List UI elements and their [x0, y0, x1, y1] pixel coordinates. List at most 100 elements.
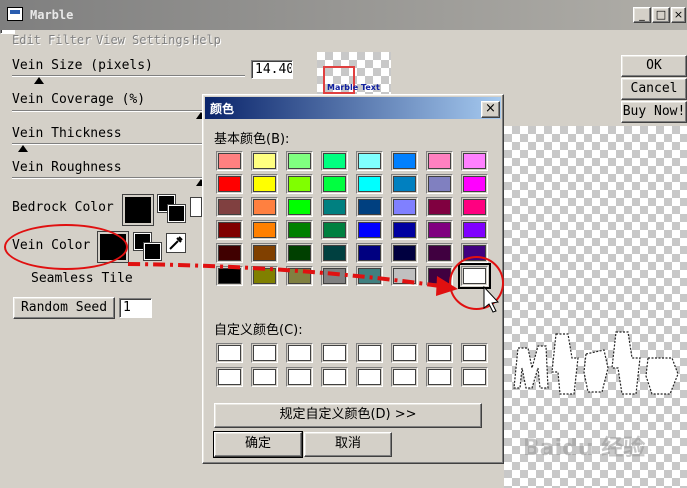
- custom-color-cell[interactable]: [461, 343, 488, 363]
- basic-color-cell[interactable]: [391, 151, 418, 171]
- basic-color-cell[interactable]: [356, 174, 383, 194]
- custom-color-cell[interactable]: [216, 367, 243, 387]
- bedrock-eyedropper-icon[interactable]: [190, 197, 202, 217]
- basic-color-cell[interactable]: [216, 220, 243, 240]
- basic-color-cell[interactable]: [286, 266, 313, 286]
- basic-color-cell[interactable]: [426, 197, 453, 217]
- bedrock-color-swap[interactable]: [157, 194, 186, 223]
- preview-thumbnail[interactable]: Marble Text: [317, 52, 391, 96]
- basic-color-cell[interactable]: [391, 266, 418, 286]
- custom-color-cell[interactable]: [321, 367, 348, 387]
- basic-color-cell[interactable]: [356, 151, 383, 171]
- custom-color-cell[interactable]: [461, 367, 488, 387]
- basic-color-cell[interactable]: [286, 220, 313, 240]
- basic-color-cell[interactable]: [391, 220, 418, 240]
- custom-color-cell[interactable]: [216, 343, 243, 363]
- basic-color-swatch: [323, 222, 346, 238]
- cancel-button[interactable]: Cancel: [621, 78, 687, 100]
- basic-color-cell[interactable]: [251, 220, 278, 240]
- basic-color-cell[interactable]: [321, 220, 348, 240]
- basic-color-cell[interactable]: [321, 151, 348, 171]
- basic-color-cell[interactable]: [321, 197, 348, 217]
- basic-color-cell[interactable]: [356, 266, 383, 286]
- custom-color-cell[interactable]: [391, 367, 418, 387]
- basic-color-cell[interactable]: [391, 174, 418, 194]
- custom-color-cell[interactable]: [286, 343, 313, 363]
- basic-color-cell[interactable]: [356, 243, 383, 263]
- color-dialog-title: 颜色: [210, 102, 235, 116]
- custom-color-cell[interactable]: [286, 367, 313, 387]
- random-seed-input[interactable]: 1: [119, 298, 152, 318]
- basic-color-cell[interactable]: [216, 197, 243, 217]
- basic-color-swatch: [393, 176, 416, 192]
- vein-coverage-slider[interactable]: [12, 110, 202, 112]
- basic-colors-label: 基本颜色(B):: [214, 132, 290, 147]
- basic-color-cell[interactable]: [461, 220, 488, 240]
- basic-color-cell[interactable]: [286, 243, 313, 263]
- custom-color-cell[interactable]: [426, 367, 453, 387]
- minimize-button[interactable]: _: [633, 7, 651, 23]
- custom-color-cell[interactable]: [426, 343, 453, 363]
- custom-color-cell[interactable]: [321, 343, 348, 363]
- basic-color-cell[interactable]: [391, 243, 418, 263]
- baidu-watermark: Baidu 经验: [523, 436, 646, 461]
- basic-color-cell[interactable]: [216, 174, 243, 194]
- basic-color-swatch: [393, 268, 416, 284]
- custom-color-cell[interactable]: [391, 343, 418, 363]
- vein-size-slider[interactable]: [12, 75, 245, 77]
- close-button[interactable]: ×: [671, 7, 686, 23]
- basic-color-cell[interactable]: [461, 174, 488, 194]
- vein-thickness-slider-thumb[interactable]: [18, 145, 28, 152]
- basic-color-cell[interactable]: [286, 151, 313, 171]
- basic-color-cell[interactable]: [216, 151, 243, 171]
- custom-color-cell[interactable]: [356, 367, 383, 387]
- basic-color-cell[interactable]: [251, 243, 278, 263]
- basic-color-cell[interactable]: [321, 266, 348, 286]
- basic-color-cell[interactable]: [356, 220, 383, 240]
- color-dialog-close-button[interactable]: ×: [481, 101, 500, 118]
- buy-now-button[interactable]: Buy Now!: [621, 101, 687, 123]
- basic-color-cell[interactable]: [356, 197, 383, 217]
- menu-filter[interactable]: Filter: [48, 33, 91, 47]
- random-seed-button[interactable]: Random Seed: [13, 297, 115, 319]
- basic-color-cell[interactable]: [286, 197, 313, 217]
- vein-thickness-slider[interactable]: [12, 143, 202, 145]
- basic-color-cell[interactable]: [321, 243, 348, 263]
- basic-color-cell[interactable]: [251, 197, 278, 217]
- define-custom-colors-button[interactable]: 规定自定义颜色(D) >>: [214, 403, 482, 428]
- basic-color-cell[interactable]: [426, 220, 453, 240]
- vein-size-slider-thumb[interactable]: [34, 77, 44, 84]
- basic-color-cell[interactable]: [461, 151, 488, 171]
- vein-eyedropper-icon[interactable]: [166, 233, 186, 253]
- color-dialog-ok-button[interactable]: 确定: [213, 431, 303, 458]
- basic-color-cell[interactable]: [251, 266, 278, 286]
- custom-color-cell[interactable]: [356, 343, 383, 363]
- custom-color-cell[interactable]: [251, 367, 278, 387]
- menu-view[interactable]: View: [96, 33, 125, 47]
- basic-color-swatch: [218, 222, 241, 238]
- basic-color-cell[interactable]: [426, 151, 453, 171]
- vein-roughness-slider[interactable]: [12, 177, 202, 179]
- ok-button[interactable]: OK: [621, 55, 687, 77]
- menu-edit[interactable]: Edit: [12, 33, 41, 47]
- basic-color-cell[interactable]: [251, 151, 278, 171]
- basic-color-cell[interactable]: [461, 197, 488, 217]
- color-dialog-cancel-button[interactable]: 取消: [304, 432, 392, 457]
- basic-color-cell[interactable]: [216, 266, 243, 286]
- basic-color-cell[interactable]: [426, 174, 453, 194]
- basic-color-cell[interactable]: [391, 197, 418, 217]
- basic-color-swatch: [358, 268, 381, 284]
- basic-color-cell[interactable]: [216, 243, 243, 263]
- vein-coverage-label: Vein Coverage (%): [12, 92, 146, 107]
- maximize-button[interactable]: □: [652, 7, 670, 23]
- bedrock-color-swatch[interactable]: [122, 194, 154, 226]
- basic-color-cell[interactable]: [286, 174, 313, 194]
- basic-color-cell[interactable]: [321, 174, 348, 194]
- menu-settings[interactable]: Settings: [132, 33, 190, 47]
- basic-color-cell[interactable]: [251, 174, 278, 194]
- vein-color-swap[interactable]: [133, 232, 162, 261]
- custom-color-cell[interactable]: [251, 343, 278, 363]
- vein-size-input[interactable]: 14.40: [251, 60, 293, 79]
- basic-color-cell[interactable]: [426, 243, 453, 263]
- menu-help[interactable]: Help: [192, 33, 221, 47]
